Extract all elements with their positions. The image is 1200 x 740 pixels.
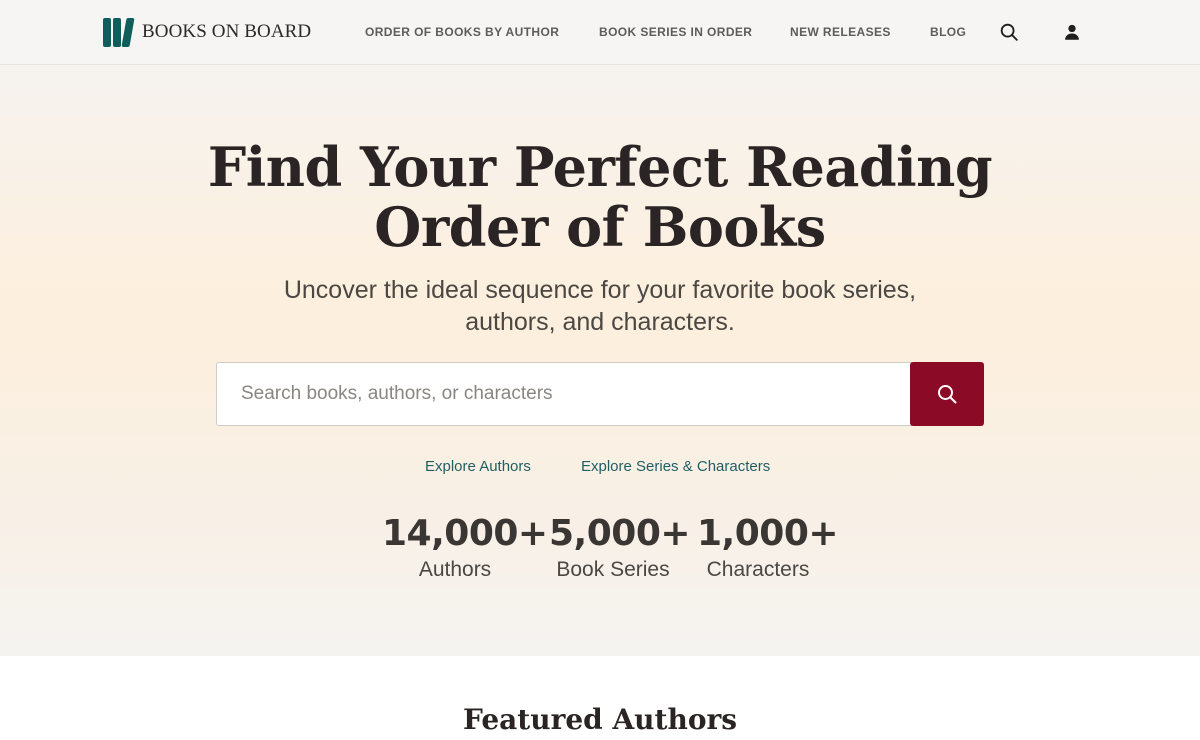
hero-subtitle-line-1: Uncover the ideal sequence for your favo… — [283, 276, 917, 304]
books-logo-icon — [103, 17, 135, 47]
stat-number: 1,000+ — [697, 513, 839, 554]
explore-series-characters-link[interactable]: Explore Series & Characters — [581, 458, 770, 475]
stat-label: Characters — [706, 558, 810, 581]
stat-label: Authors — [418, 558, 492, 581]
hero-section: Find Your Perfect Reading Order of Books… — [0, 65, 1200, 656]
nav-blog[interactable]: BLOG — [930, 25, 966, 39]
featured-authors-heading: Featured Authors — [462, 703, 738, 736]
stat-number: 5,000+ — [549, 513, 691, 554]
stat-authors: 14,000+ Authors — [382, 510, 548, 582]
hero-title-line-1: Find Your Perfect Reading — [207, 135, 993, 199]
stat-label: Book Series — [556, 558, 670, 581]
nav-new-releases[interactable]: NEW RELEASES — [790, 25, 891, 39]
explore-authors-link[interactable]: Explore Authors — [425, 458, 531, 475]
stat-book-series: 5,000+ Book Series — [549, 510, 691, 582]
user-icon[interactable] — [1061, 21, 1083, 43]
stat-number: 14,000+ — [382, 513, 548, 554]
site-logo[interactable]: BOOKS ON BOARD — [103, 17, 311, 47]
stat-characters: 1,000+ Characters — [697, 510, 839, 582]
hero-subtitle-line-2: authors, and characters. — [465, 308, 735, 336]
search-icon — [938, 385, 957, 404]
search-bar — [216, 362, 984, 426]
hero-title: Find Your Perfect Reading Order of Books — [0, 137, 1200, 257]
search-input[interactable] — [216, 362, 912, 426]
hero-subtitle: Uncover the ideal sequence for your favo… — [0, 274, 1200, 338]
nav-book-series-in-order[interactable]: BOOK SERIES IN ORDER — [599, 25, 752, 39]
nav-order-of-books-by-author[interactable]: ORDER OF BOOKS BY AUTHOR — [365, 25, 559, 39]
search-icon[interactable] — [998, 21, 1020, 43]
site-header: BOOKS ON BOARD ORDER OF BOOKS BY AUTHOR … — [0, 0, 1200, 65]
logo-text: BOOKS ON BOARD — [142, 21, 312, 42]
search-submit-button[interactable] — [910, 362, 984, 426]
hero-title-line-2: Order of Books — [374, 195, 826, 259]
